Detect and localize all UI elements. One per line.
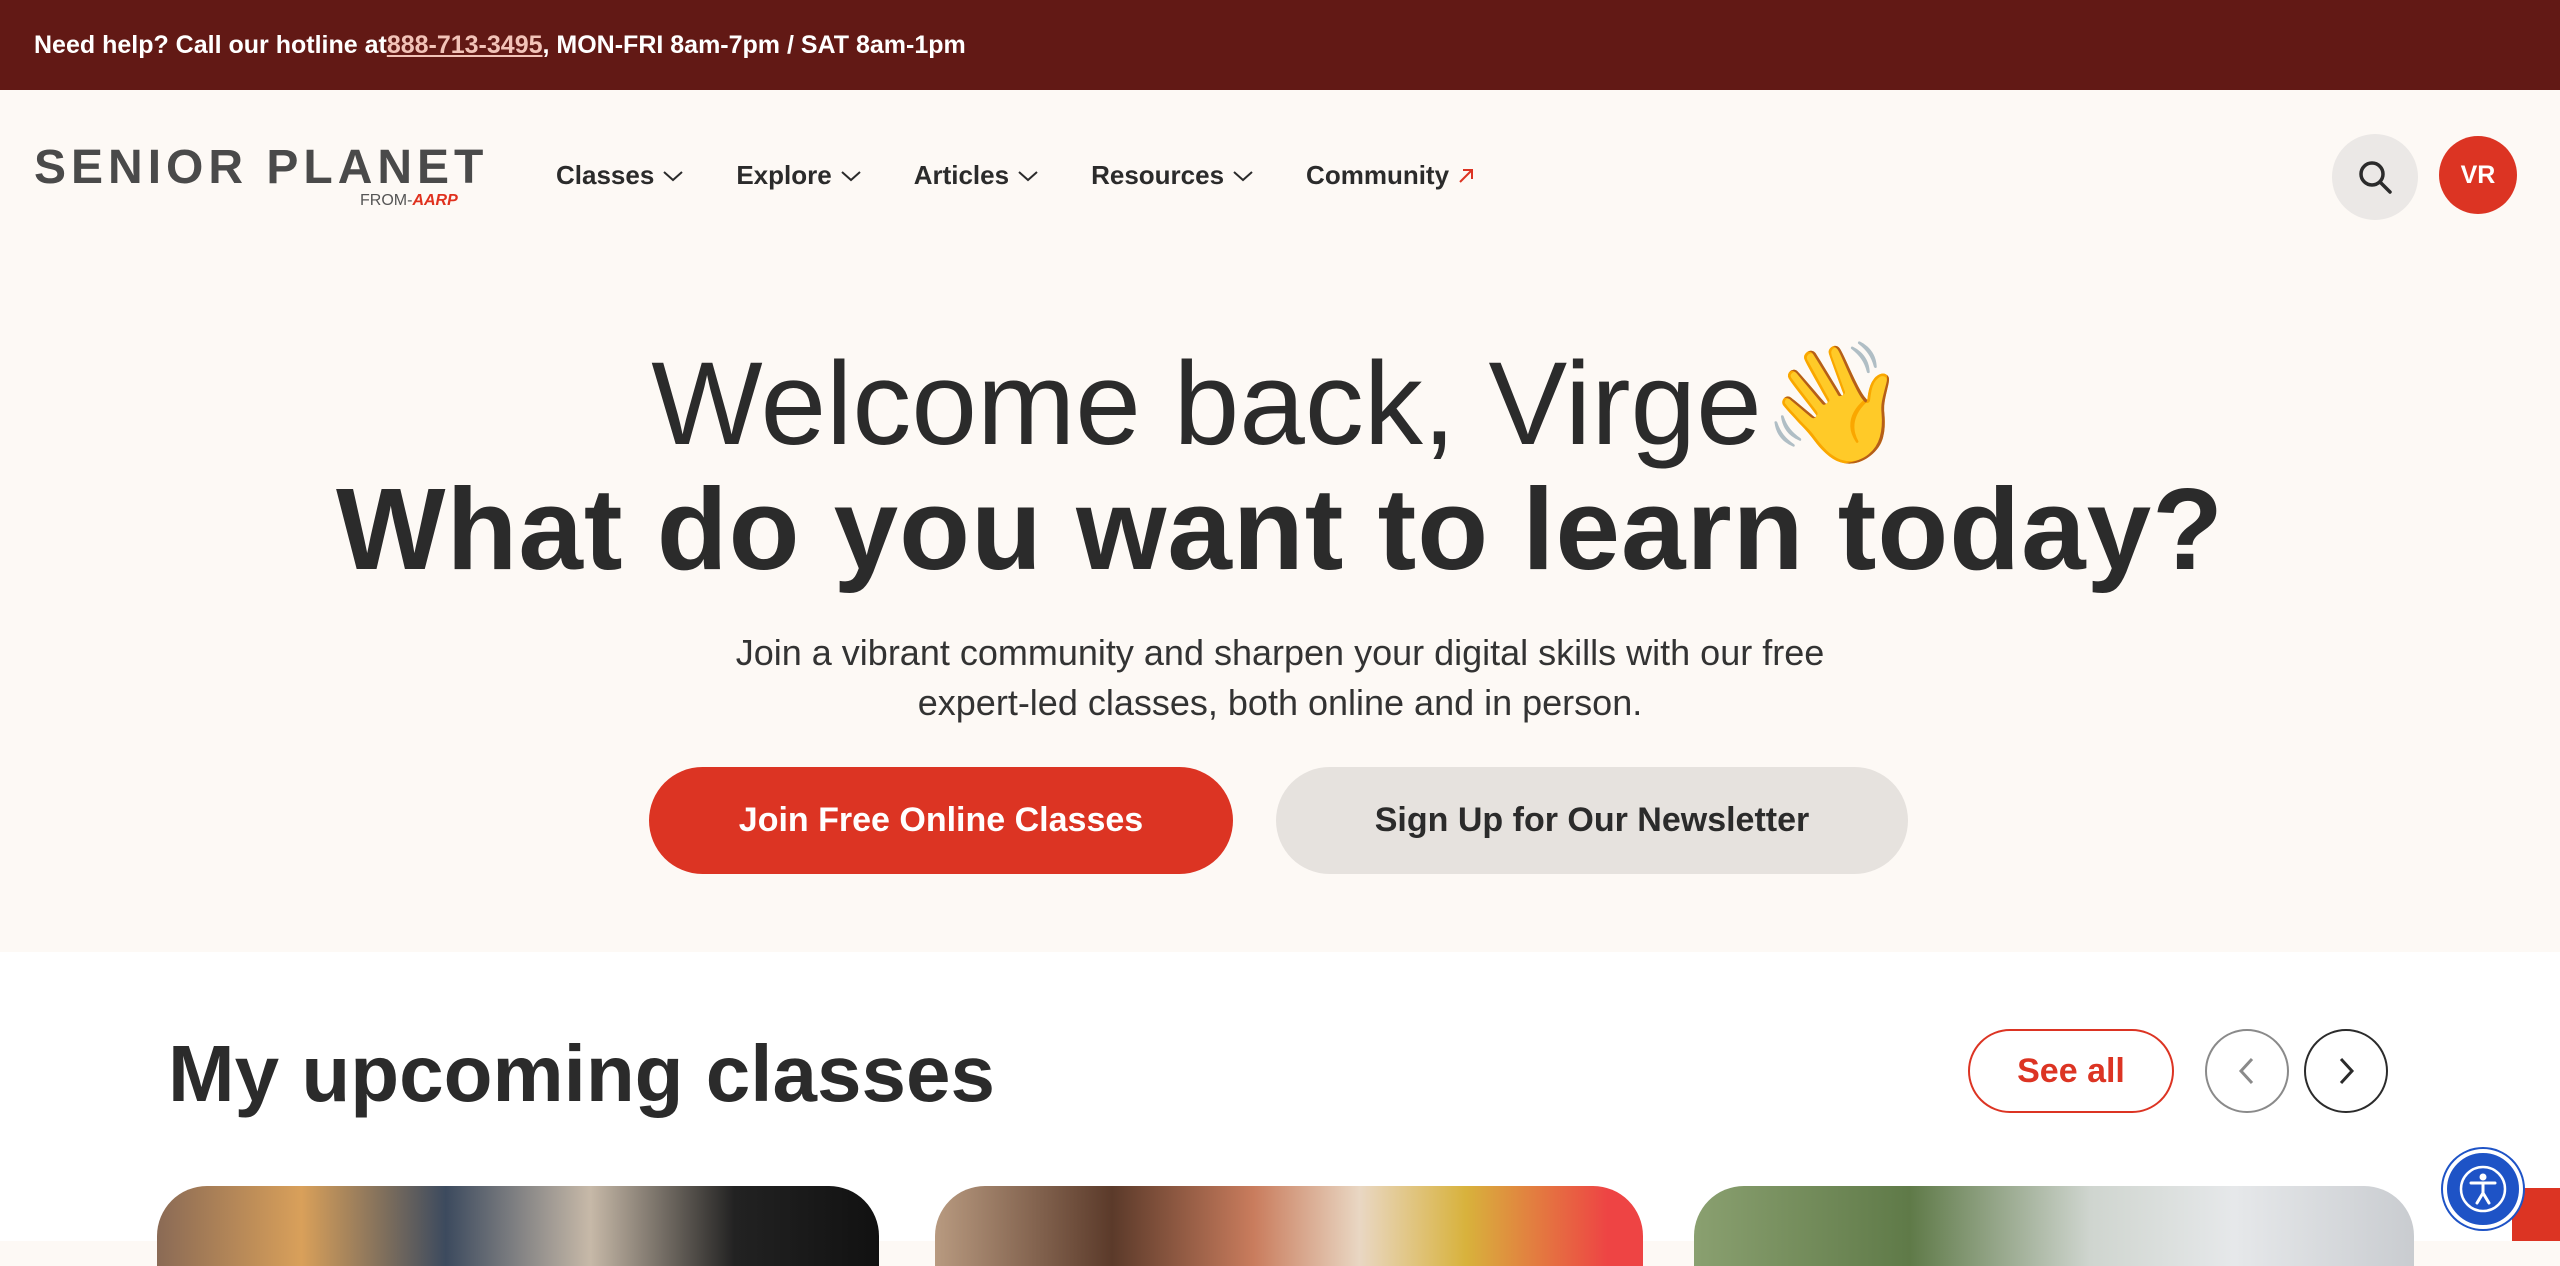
main-nav: Classes Explore Articles Resources Commu… [556, 160, 1527, 191]
hotline-banner: Need help? Call our hotline at 888-713-3… [0, 0, 2560, 90]
nav-classes[interactable]: Classes [556, 160, 684, 191]
search-button[interactable] [2332, 134, 2418, 220]
class-card-image[interactable] [157, 1186, 879, 1266]
newsletter-signup-button[interactable]: Sign Up for Our Newsletter [1276, 767, 1908, 874]
waving-hand-icon: 👋 [1761, 338, 1909, 470]
welcome-heading: Welcome back, Virge👋 [651, 338, 1909, 470]
hero-section: Welcome back, Virge👋 What do you want to… [0, 262, 2560, 952]
accessibility-icon [2459, 1165, 2507, 1213]
chevron-down-icon [1233, 170, 1253, 181]
hotline-hours: , MON-FRI 8am-7pm / SAT 8am-1pm [542, 30, 966, 59]
chevron-right-icon [2339, 1057, 2355, 1085]
chevron-left-icon [2238, 1057, 2254, 1085]
carousel-prev-button[interactable] [2205, 1029, 2289, 1113]
see-all-button[interactable]: See all [1968, 1029, 2174, 1113]
nav-community[interactable]: Community [1306, 160, 1475, 191]
class-card-image[interactable] [1694, 1186, 2414, 1266]
nav-resources[interactable]: Resources [1091, 160, 1254, 191]
nav-explore[interactable]: Explore [736, 160, 861, 191]
logo-wordmark: SENIOR PLANET [34, 141, 489, 194]
hotline-prefix: Need help? Call our hotline at [34, 30, 387, 59]
user-avatar[interactable]: VR [2439, 136, 2517, 214]
class-card-image[interactable] [935, 1186, 1643, 1266]
nav-articles[interactable]: Articles [914, 160, 1039, 191]
search-icon [2359, 161, 2392, 194]
senior-planet-logo[interactable]: SENIOR PLANET FROM-AARP [34, 141, 489, 210]
site-header: SENIOR PLANET FROM-AARP Classes Explore … [0, 90, 2560, 262]
chevron-down-icon [1018, 170, 1038, 181]
upcoming-classes-section: My upcoming classes See all [0, 952, 2560, 1266]
section-title: My upcoming classes [168, 1029, 995, 1118]
logo-from-aarp: FROM-AARP [360, 192, 458, 209]
chevron-down-icon [841, 170, 861, 181]
external-arrow-icon [1459, 168, 1474, 183]
hero-intro: Join a vibrant community and sharpen you… [735, 632, 1825, 724]
chevron-down-icon [663, 170, 683, 181]
hotline-phone-link[interactable]: 888-713-3495 [387, 31, 543, 60]
accessibility-button[interactable] [2443, 1149, 2523, 1229]
join-classes-button[interactable]: Join Free Online Classes [649, 767, 1233, 874]
hero-question: What do you want to learn today? [336, 464, 2224, 594]
carousel-next-button[interactable] [2304, 1029, 2388, 1113]
